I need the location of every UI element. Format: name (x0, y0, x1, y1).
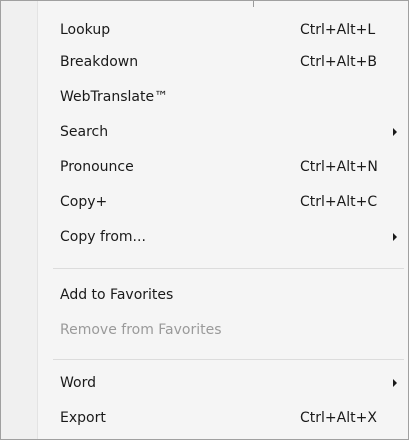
menu-item-label: Export (60, 410, 106, 426)
menu-item-label: Remove from Favorites (60, 322, 222, 338)
menu-item-copy-from[interactable]: Copy from... (1, 222, 408, 255)
menu-item-word[interactable]: Word (1, 368, 408, 401)
menu-item-shortcut: Ctrl+Alt+B (300, 54, 377, 70)
menu-item-shortcut: Ctrl+Alt+X (300, 410, 377, 426)
menu-item-label: Search (60, 124, 109, 140)
menu-item-export[interactable]: Export Ctrl+Alt+X (1, 403, 408, 436)
menu-item-search[interactable]: Search (1, 117, 408, 150)
menu-item-remove-from-favorites: Remove from Favorites (1, 315, 408, 348)
menu-item-label: Pronounce (60, 159, 134, 175)
menu-item-breakdown[interactable]: Breakdown Ctrl+Alt+B (1, 47, 408, 80)
menu-item-label: Copy+ (60, 194, 108, 210)
menu-item-pronounce[interactable]: Pronounce Ctrl+Alt+N (1, 152, 408, 185)
menu-item-shortcut: Ctrl+Alt+C (300, 194, 378, 210)
menu-item-webtranslate[interactable]: WebTranslate™ (1, 82, 408, 115)
menu-item-label: Copy from... (60, 229, 146, 245)
menu-top-edge-mark (253, 1, 254, 7)
menu-item-label: Word (60, 375, 96, 391)
submenu-arrow-icon (393, 128, 397, 136)
menu-item-label: Lookup (60, 22, 111, 38)
submenu-arrow-icon (393, 379, 397, 387)
menu-item-lookup[interactable]: Lookup Ctrl+Alt+L (1, 15, 408, 48)
submenu-arrow-icon (393, 233, 397, 241)
menu-item-copy-plus[interactable]: Copy+ Ctrl+Alt+C (1, 187, 408, 220)
menu-separator (53, 359, 404, 360)
menu-item-shortcut: Ctrl+Alt+N (300, 159, 378, 175)
context-menu: Lookup Ctrl+Alt+L Breakdown Ctrl+Alt+B W… (0, 0, 409, 440)
menu-item-label: Add to Favorites (60, 287, 174, 303)
menu-item-label: WebTranslate™ (60, 89, 169, 105)
menu-separator (53, 268, 404, 269)
menu-item-shortcut: Ctrl+Alt+L (300, 22, 376, 38)
menu-item-label: Breakdown (60, 54, 139, 70)
menu-item-add-to-favorites[interactable]: Add to Favorites (1, 280, 408, 313)
